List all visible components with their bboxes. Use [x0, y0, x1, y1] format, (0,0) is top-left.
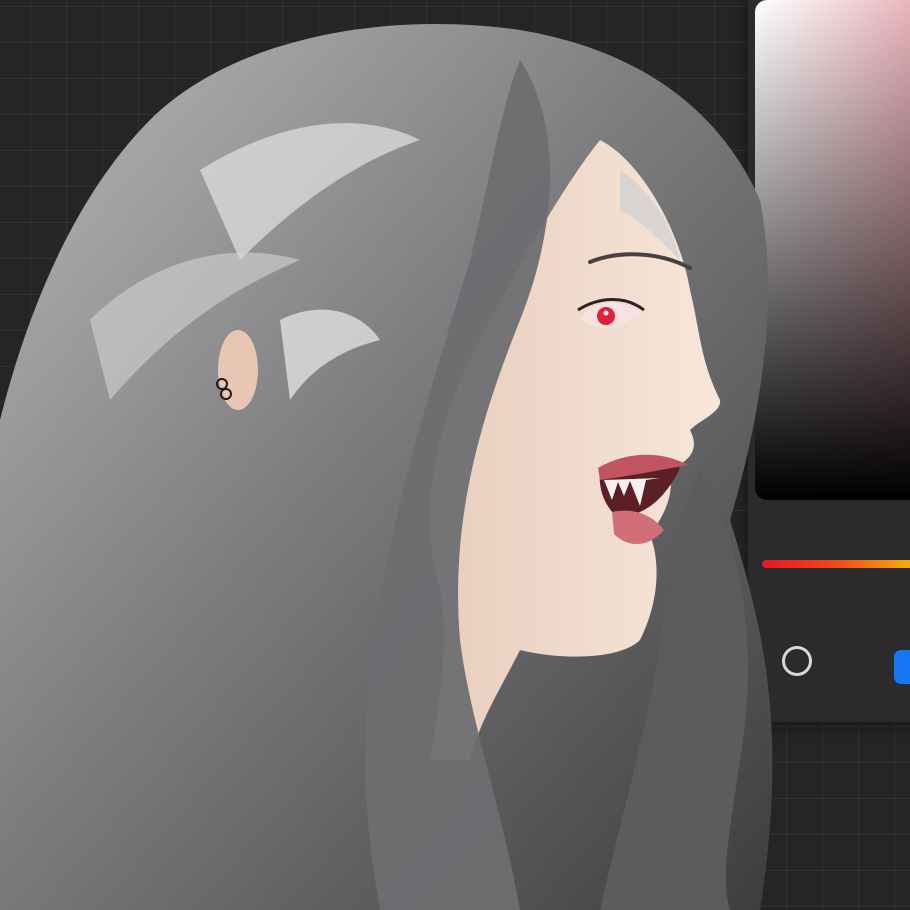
- eye-glint: [603, 310, 609, 316]
- eye-iris: [597, 307, 615, 325]
- artwork-canvas[interactable]: [0, 0, 910, 910]
- drawing-app-screen: [0, 0, 910, 910]
